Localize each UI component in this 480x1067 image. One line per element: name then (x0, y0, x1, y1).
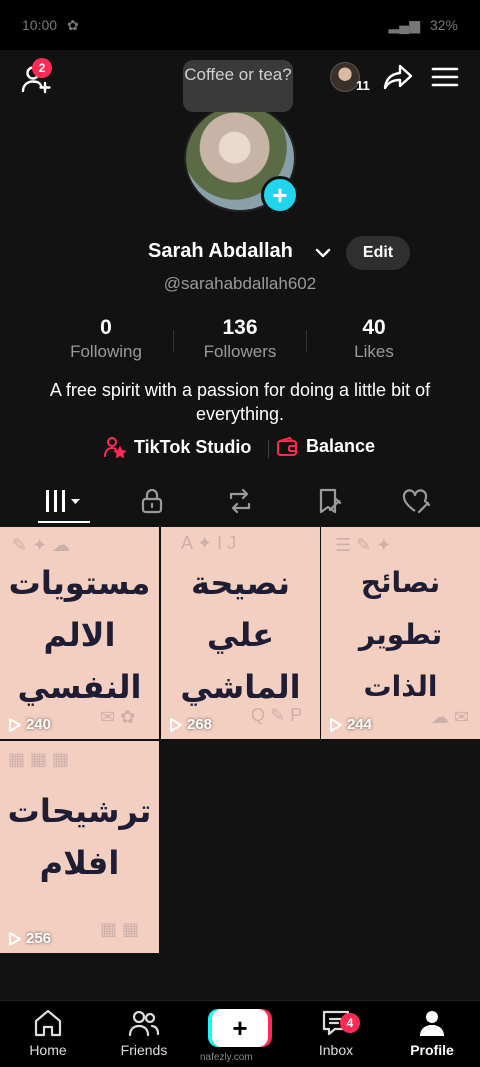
video-views-count: 244 (347, 716, 373, 733)
video-title-art: ترشيحات افلام (7, 792, 152, 882)
reposts-icon (229, 488, 251, 514)
tiktok-studio-label: TikTok Studio (134, 436, 252, 457)
add-story-plus-icon[interactable]: + (261, 176, 299, 214)
liked-heart-icon (402, 489, 431, 514)
video-tile[interactable]: ✎ ✦ ☁ ✉ ✿ مستويات الالم النفسي 240 (0, 527, 159, 739)
doodle-decoration: ▦ ▦ ▦ (8, 749, 70, 769)
home-icon (34, 1009, 62, 1037)
stat-likes-value: 40 (362, 316, 386, 339)
tab-reposts[interactable] (192, 478, 288, 524)
stat-followers[interactable]: 136 Followers (170, 316, 310, 362)
video-title-art: نصيحة علي الماشي (180, 564, 301, 706)
friends-icon (128, 1010, 160, 1037)
add-friends-button[interactable]: 2 (16, 58, 56, 96)
stat-following[interactable]: 0 Following (36, 316, 176, 362)
tools-divider (268, 440, 269, 458)
doodle-decoration: ✎ ✦ ☁ (12, 535, 71, 555)
profile-stats: 0 Following 136 Followers 40 Likes (0, 316, 480, 366)
balance-button[interactable]: Balance (276, 436, 375, 457)
favorites-icon (319, 488, 342, 514)
profile-bio: A free spirit with a passion for doing a… (49, 380, 431, 424)
stat-likes[interactable]: 40 Likes (304, 316, 444, 362)
create-video-button[interactable]: + (212, 1009, 268, 1047)
video-tile[interactable]: ▦ ▦ ▦ ▦ ▦ ترشيحات افلام 256 (0, 741, 159, 953)
status-left: 10:00 ✿ (22, 17, 79, 34)
video-tile[interactable]: A ✦ I J Q ✎ P نصيحة علي الماشي 268 (161, 527, 320, 739)
tab-favorites[interactable] (282, 478, 378, 524)
stat-following-value: 0 (100, 316, 112, 339)
nav-profile-label: Profile (410, 1042, 454, 1058)
video-views: 268 (169, 716, 212, 733)
video-title-art: نصائح تطوير الذات (358, 566, 443, 703)
menu-button[interactable] (428, 62, 462, 92)
visitors-count: 11 (356, 78, 370, 93)
doodle-decoration: ▦ ▦ (100, 919, 140, 939)
share-arrow-icon (383, 64, 413, 90)
share-profile-button[interactable] (380, 60, 416, 94)
nav-inbox[interactable]: 4 Inbox (288, 1009, 384, 1058)
play-icon (330, 717, 342, 732)
creator-tools-row: TikTok Studio Balance (0, 434, 480, 464)
video-views: 244 (329, 716, 372, 733)
active-tab-indicator (38, 521, 90, 523)
stat-likes-label: Likes (354, 342, 394, 361)
private-lock-icon (141, 488, 163, 514)
stat-followers-label: Followers (203, 342, 277, 361)
nav-home[interactable]: Home (0, 1009, 96, 1058)
video-title-art: مستويات الالم النفسي (8, 564, 151, 706)
chevron-down-icon[interactable] (312, 242, 334, 264)
videos-grid-icon (46, 490, 80, 512)
notification-icon: ✿ (67, 16, 79, 33)
nav-inbox-label: Inbox (318, 1042, 354, 1058)
play-icon (9, 717, 21, 732)
video-views: 240 (8, 716, 51, 733)
play-icon (170, 717, 182, 732)
profile-note-bubble[interactable]: Coffee or tea? (183, 60, 293, 112)
wallet-icon (277, 436, 297, 456)
profile-icon (420, 1011, 444, 1036)
stat-followers-value: 136 (222, 316, 258, 339)
video-views-count: 256 (26, 930, 52, 947)
nav-home-label: Home (29, 1042, 67, 1058)
tab-liked[interactable] (368, 478, 464, 524)
battery-level: 32% (429, 17, 458, 33)
nav-profile[interactable]: Profile (384, 1009, 480, 1058)
video-tile[interactable]: ☰ ✎ ✦ ☁ ✉ نصائح تطوير الذات 244 (321, 527, 480, 739)
doodle-decoration: A ✦ I J (181, 533, 237, 553)
stat-following-label: Following (70, 342, 142, 361)
plus-icon: + (232, 1012, 248, 1043)
hamburger-menu-icon (431, 67, 459, 87)
profile-content-tabs (0, 478, 480, 524)
profile-name-row: Sarah Abdallah Edit (0, 236, 480, 270)
video-views-count: 268 (187, 716, 213, 733)
tab-private[interactable] (104, 478, 200, 524)
profile-visitors-button[interactable]: 11 (330, 60, 374, 96)
signal-icon: ▂▄▆ (388, 16, 420, 33)
tiktok-studio-button[interactable]: TikTok Studio (104, 436, 251, 458)
status-time: 10:00 (22, 17, 58, 33)
watermark: nafezly.com (200, 1052, 253, 1063)
doodle-decoration: ☰ ✎ ✦ (335, 535, 392, 555)
tab-videos[interactable] (16, 478, 112, 524)
username: @sarahabdallah602 (163, 274, 317, 293)
status-right: ▂▄▆ 32% (389, 17, 458, 34)
play-icon (9, 931, 21, 946)
nav-friends-label: Friends (120, 1042, 168, 1058)
nav-friends[interactable]: Friends (96, 1009, 192, 1058)
video-views: 256 (8, 930, 51, 947)
balance-label: Balance (306, 436, 376, 456)
display-name[interactable]: Sarah Abdallah (148, 240, 293, 263)
studio-icon (104, 437, 126, 458)
add-friends-badge: 2 (32, 58, 52, 78)
status-bar: 10:00 ✿ ▂▄▆ 32% (0, 0, 480, 50)
edit-profile-button[interactable]: Edit (346, 236, 410, 270)
video-views-count: 240 (26, 716, 52, 733)
inbox-badge: 4 (340, 1013, 360, 1033)
